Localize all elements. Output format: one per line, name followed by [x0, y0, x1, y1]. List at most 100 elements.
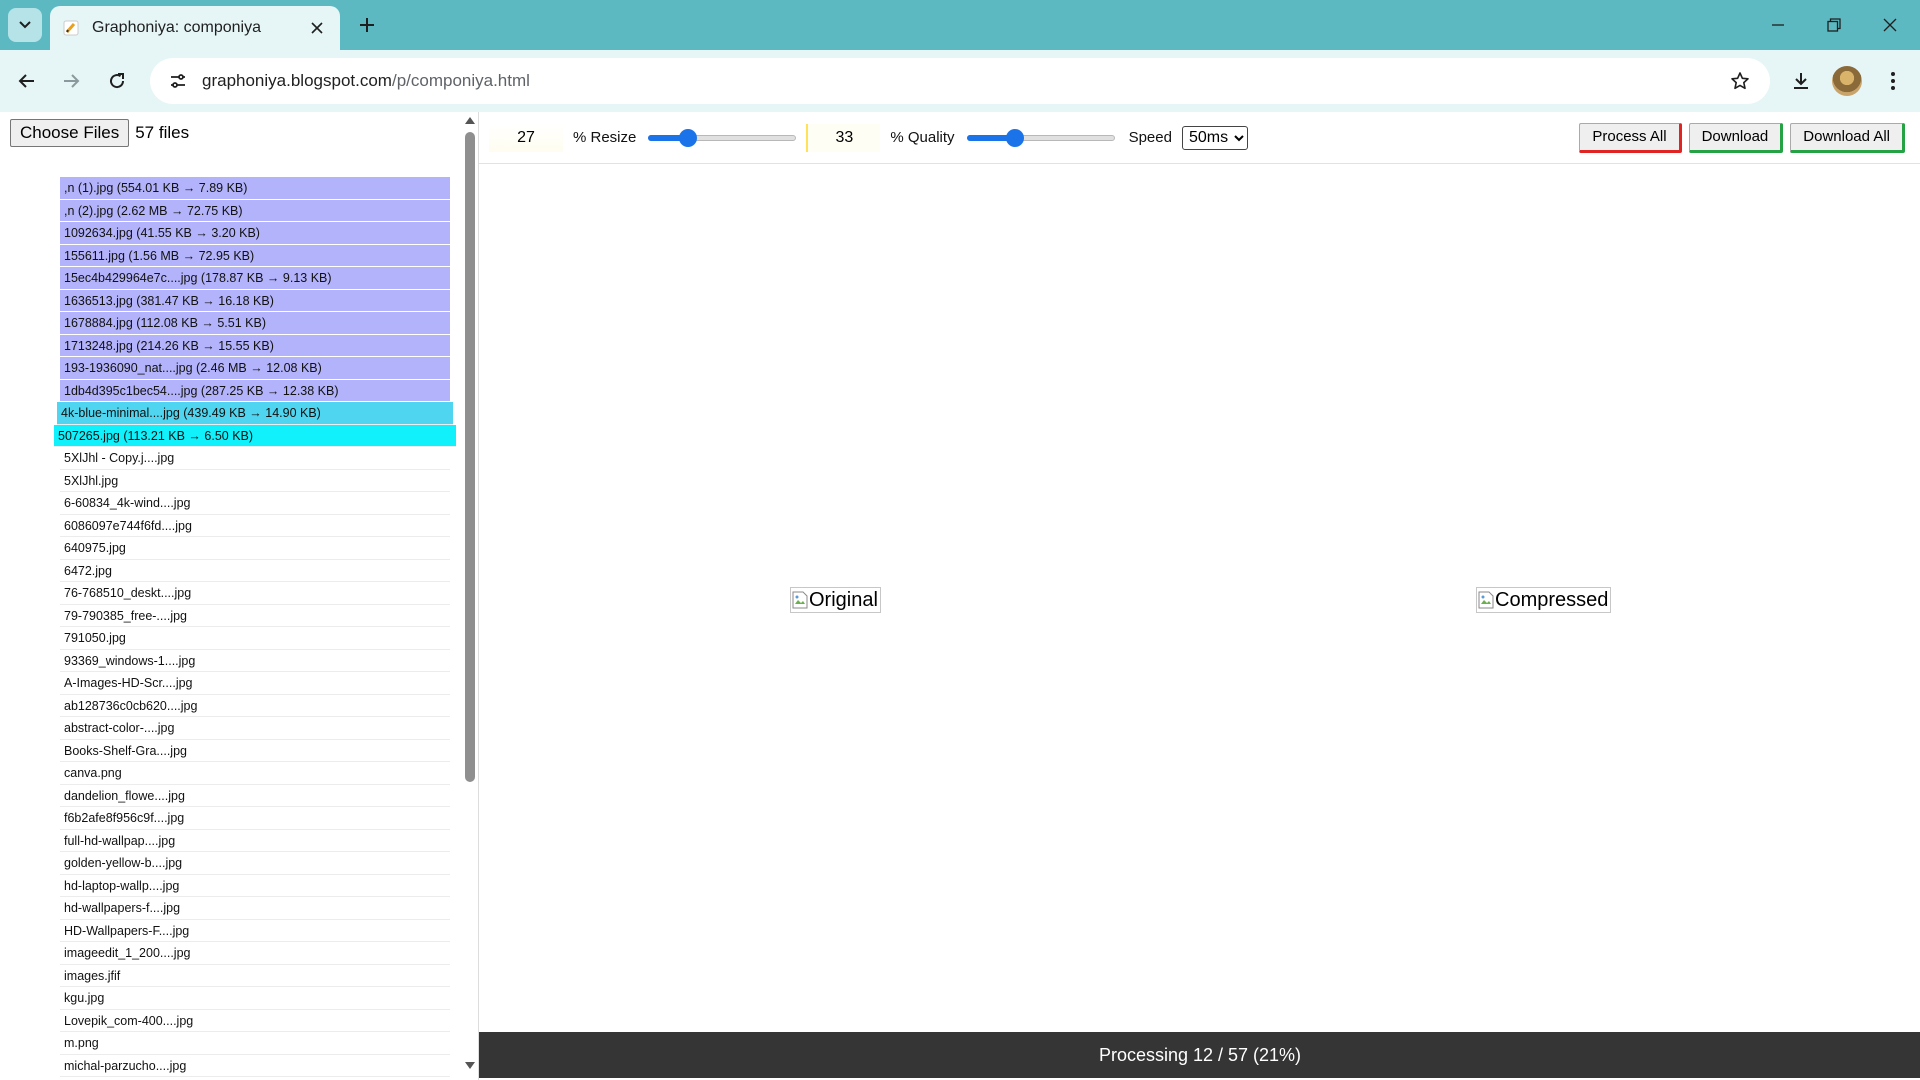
plus-icon — [360, 18, 374, 32]
file-list-item[interactable]: m.png — [60, 1032, 450, 1055]
file-list-item[interactable]: canva.png — [60, 762, 450, 785]
sidebar-scrollbar[interactable] — [462, 112, 478, 1080]
resize-label: % Resize — [573, 129, 637, 146]
site-settings-icon[interactable] — [154, 58, 202, 104]
file-list-item[interactable]: HD-Wallpapers-F....jpg — [60, 920, 450, 942]
scroll-down-icon[interactable] — [465, 1062, 475, 1070]
process-all-button[interactable]: Process All — [1579, 122, 1682, 153]
back-button[interactable] — [8, 62, 46, 100]
minimize-button[interactable] — [1750, 0, 1806, 50]
file-list-item[interactable]: 193-1936090_nat....jpg (2.46 MB → 12.08 … — [60, 357, 450, 380]
file-list-item[interactable]: michal-parzucho....jpg — [60, 1055, 450, 1077]
file-list-item[interactable]: 155611.jpg (1.56 MB → 72.95 KB) — [60, 244, 450, 267]
favicon-icon — [62, 19, 80, 37]
file-sidebar: Choose Files 57 files ,n (1).jpg (554.01… — [0, 112, 478, 1080]
file-list-item[interactable]: kgu.jpg — [60, 987, 450, 1010]
star-icon[interactable] — [1718, 59, 1762, 103]
file-list-item[interactable]: 1713248.jpg (214.26 KB → 15.55 KB) — [60, 334, 450, 357]
tab-search-button[interactable] — [8, 8, 42, 42]
file-list-item[interactable]: A-Images-HD-Scr....jpg — [60, 672, 450, 695]
file-list-item[interactable]: ab128736c0cb620....jpg — [60, 695, 450, 717]
file-list-item[interactable]: 1db4d395c1bec54....jpg (287.25 KB → 12.3… — [60, 379, 450, 402]
browser-toolbar: graphoniya.blogspot.com/p/componiya.html — [0, 50, 1920, 112]
file-list-item[interactable]: 5XlJhl - Copy.j....jpg — [60, 447, 450, 470]
quality-slider[interactable] — [966, 128, 1115, 148]
file-list-item[interactable]: hd-wallpapers-f....jpg — [60, 897, 450, 920]
profile-avatar[interactable] — [1832, 66, 1862, 96]
address-bar[interactable]: graphoniya.blogspot.com/p/componiya.html — [150, 58, 1770, 104]
action-buttons: Process All Download Download All — [1579, 122, 1905, 153]
file-picker: Choose Files 57 files — [10, 119, 189, 147]
broken-image-icon — [1478, 591, 1494, 609]
tab-strip: Graphoniya: componiya — [0, 0, 1920, 50]
close-window-icon — [1883, 18, 1897, 32]
compressed-image: Compressed — [1476, 587, 1612, 613]
tab-title: Graphoniya: componiya — [92, 19, 261, 36]
page-content: Choose Files 57 files ,n (1).jpg (554.01… — [0, 112, 1920, 1080]
file-list-item[interactable]: 1092634.jpg (41.55 KB → 3.20 KB) — [60, 222, 450, 245]
download-button[interactable]: Download — [1688, 122, 1784, 153]
file-list-item[interactable]: golden-yellow-b....jpg — [60, 852, 450, 875]
scroll-up-icon[interactable] — [465, 116, 475, 124]
file-list-item[interactable]: 6-60834_4k-wind....jpg — [60, 492, 450, 515]
scrollbar-thumb[interactable] — [465, 132, 475, 782]
file-list-item[interactable]: 4k-blue-minimal....jpg (439.49 KB → 14.9… — [57, 402, 453, 425]
file-list-item[interactable]: 15ec4b429964e7c....jpg (178.87 KB → 9.13… — [60, 267, 450, 290]
reload-button[interactable] — [98, 62, 136, 100]
file-list-item[interactable]: 93369_windows-1....jpg — [60, 650, 450, 672]
close-window-button[interactable] — [1862, 0, 1918, 50]
file-list-item[interactable]: abstract-color-....jpg — [60, 717, 450, 740]
speed-select[interactable]: 50ms — [1181, 125, 1248, 150]
menu-button[interactable] — [1874, 62, 1912, 100]
more-vert-icon — [1891, 72, 1895, 90]
file-list-item[interactable]: 640975.jpg — [60, 537, 450, 560]
restore-icon — [1827, 18, 1841, 32]
file-list-item[interactable]: dandelion_flowe....jpg — [60, 785, 450, 807]
original-alt-text: Original — [809, 588, 878, 611]
quality-percent-input[interactable] — [806, 123, 881, 152]
file-list-item[interactable]: 791050.jpg — [60, 627, 450, 650]
file-list-item[interactable]: 6086097e744f6fd....jpg — [60, 515, 450, 537]
quality-slider-knob[interactable] — [1006, 128, 1025, 147]
quality-label: % Quality — [890, 129, 955, 146]
browser-tab[interactable]: Graphoniya: componiya — [50, 6, 340, 50]
forward-icon — [64, 74, 80, 88]
url-path: /p/componiya.html — [391, 71, 530, 90]
downloads-button[interactable] — [1782, 62, 1820, 100]
file-list-item[interactable]: hd-laptop-wallp....jpg — [60, 875, 450, 897]
url-host: graphoniya.blogspot.com — [202, 71, 392, 90]
reload-icon — [110, 73, 125, 89]
file-count: 57 files — [135, 123, 190, 142]
file-list-item[interactable]: ,n (1).jpg (554.01 KB → 7.89 KB) — [60, 177, 450, 200]
back-icon — [18, 74, 34, 88]
controls-bar: % Resize % Quality Speed 50ms Process Al… — [479, 112, 1920, 164]
speed-label: Speed — [1128, 129, 1172, 146]
choose-files-button[interactable]: Choose Files — [10, 119, 130, 147]
file-list-item[interactable]: f6b2afe8f956c9f....jpg — [60, 807, 450, 830]
file-list-item[interactable]: ,n (2).jpg (2.62 MB → 72.75 KB) — [60, 199, 450, 222]
file-list-item[interactable]: 507265.jpg (113.21 KB → 6.50 KB) — [54, 424, 456, 447]
file-list-item[interactable]: 5XlJhl.jpg — [60, 470, 450, 492]
download-all-button[interactable]: Download All — [1790, 122, 1905, 153]
minimize-icon — [1772, 24, 1784, 26]
forward-button[interactable] — [52, 62, 90, 100]
file-list-item[interactable]: 1678884.jpg (112.08 KB → 5.51 KB) — [60, 312, 450, 335]
file-list-item[interactable]: 76-768510_deskt....jpg — [60, 582, 450, 605]
resize-slider-knob[interactable] — [679, 128, 698, 147]
status-bar: Processing 12 / 57 (21%) — [479, 1032, 1920, 1078]
close-tab-icon[interactable] — [306, 17, 328, 39]
file-list-item[interactable]: images.jfif — [60, 965, 450, 987]
resize-slider[interactable] — [648, 128, 797, 148]
file-list-item[interactable]: 1636513.jpg (381.47 KB → 16.18 KB) — [60, 289, 450, 312]
new-tab-button[interactable] — [350, 8, 384, 42]
compressed-alt-text: Compressed — [1495, 588, 1609, 611]
restore-button[interactable] — [1806, 0, 1862, 50]
file-list-item[interactable]: imageedit_1_200....jpg — [60, 942, 450, 965]
resize-percent-input[interactable] — [489, 123, 563, 152]
file-list-item[interactable]: 6472.jpg — [60, 560, 450, 582]
file-list-item[interactable]: 79-790385_free-....jpg — [60, 605, 450, 627]
file-list-item[interactable]: Lovepik_com-400....jpg — [60, 1010, 450, 1032]
file-list-item[interactable]: full-hd-wallpap....jpg — [60, 830, 450, 852]
file-list: ,n (1).jpg (554.01 KB → 7.89 KB) ,n (2).j… — [54, 177, 456, 1077]
file-list-item[interactable]: Books-Shelf-Gra....jpg — [60, 740, 450, 762]
